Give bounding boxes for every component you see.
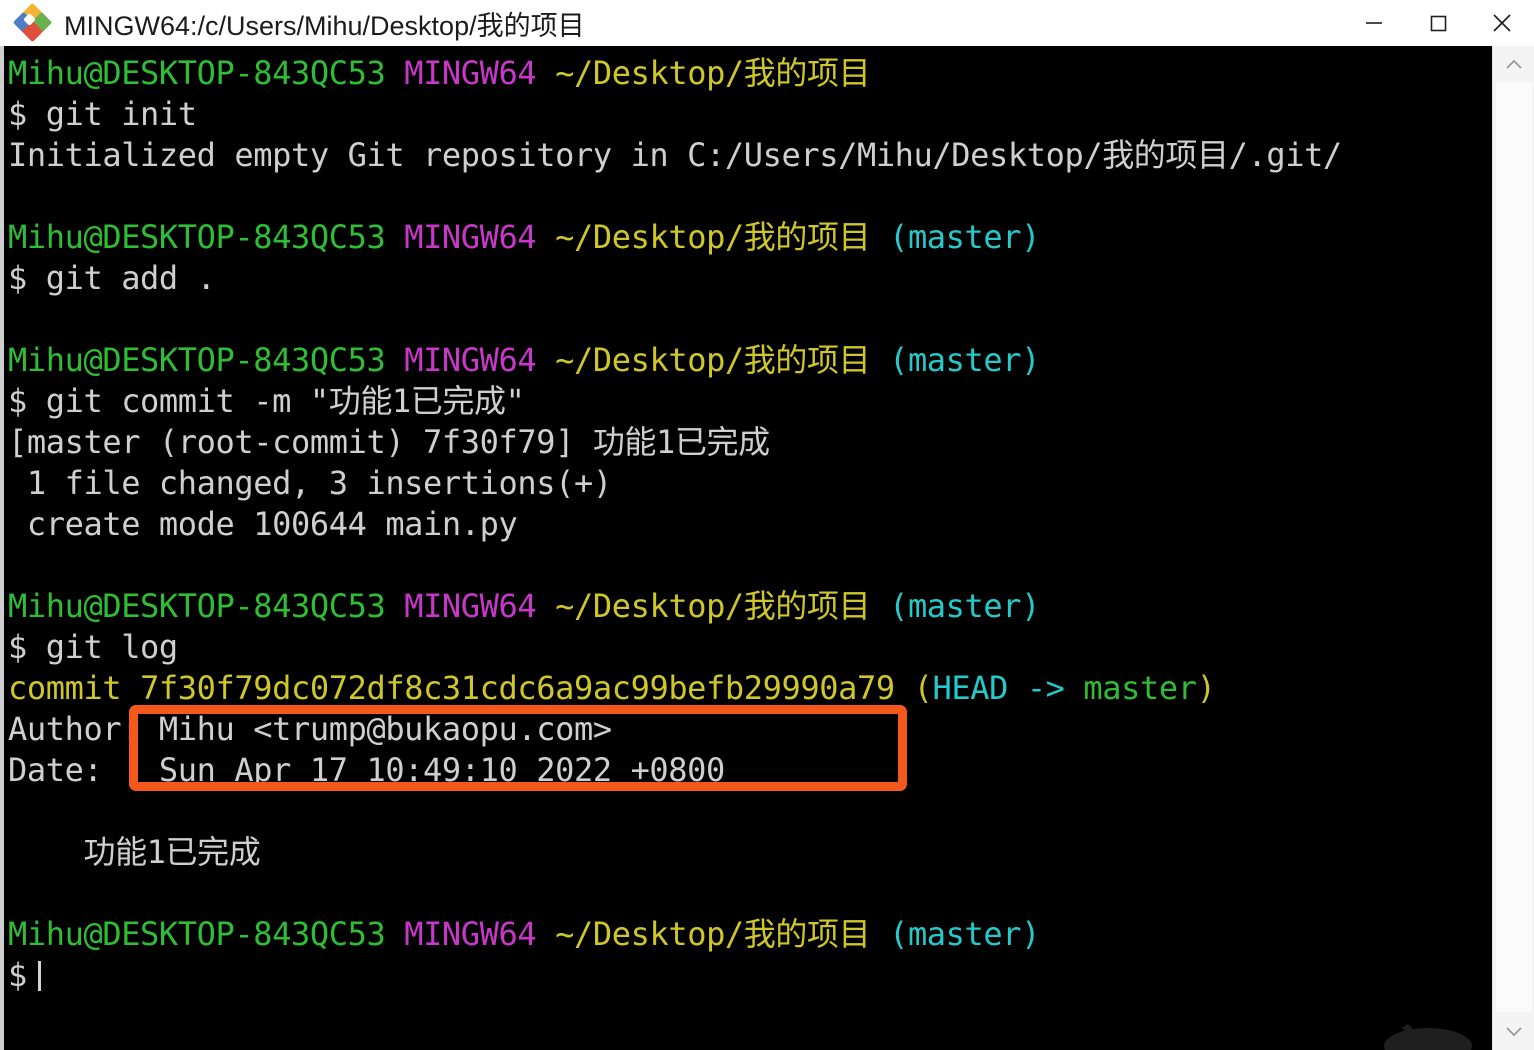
minimize-button[interactable] (1342, 0, 1406, 46)
prompt-shell: MINGW64 (404, 587, 537, 625)
prompt-branch: (master) (889, 915, 1041, 953)
close-icon (1493, 14, 1511, 32)
git-bash-icon (12, 2, 53, 43)
commit-label: commit (8, 669, 122, 707)
command-line: $ git commit -m "功能1已完成" (8, 382, 525, 420)
commit-message-line: 功能1已完成 (8, 833, 261, 871)
chevron-up-icon (1506, 59, 1522, 69)
prompt-line: Mihu@DESKTOP-843QC53 MINGW64 ~/Desktop/我… (4, 53, 1496, 94)
author-line: Author: Mihu <trump@bukaopu.com> (8, 710, 612, 748)
prompt-path: ~/Desktop/我的项目 (555, 915, 871, 953)
prompt-path: ~/Desktop/我的项目 (555, 587, 871, 625)
prompt-shell: MINGW64 (404, 915, 537, 953)
prompt-shell: MINGW64 (404, 54, 537, 92)
output-line: create mode 100644 main.py (8, 505, 518, 543)
title-bar[interactable]: MINGW64:/c/Users/Mihu/Desktop/我的项目 (0, 0, 1534, 46)
output-line: [master (root-commit) 7f30f79] 功能1已完成 (8, 423, 770, 461)
prompt-user-host: Mihu@DESKTOP-843QC53 (8, 218, 386, 256)
scrollbar-thumb[interactable] (1496, 82, 1532, 1012)
scroll-up-button[interactable] (1493, 48, 1534, 82)
prompt-sigil: $ (8, 956, 27, 994)
date-line: Date: Sun Apr 17 10:49:10 2022 +0800 (8, 751, 725, 789)
prompt-path: ~/Desktop/我的项目 (555, 54, 871, 92)
command-line: $ git log (8, 628, 178, 666)
minimize-icon (1366, 22, 1382, 24)
ref-arrow: -> (1026, 669, 1065, 707)
maximize-button[interactable] (1406, 0, 1470, 46)
commit-line: commit 7f30f79dc072df8c31cdc6a9ac99befb2… (4, 668, 1496, 709)
prompt-path: ~/Desktop/我的项目 (555, 218, 871, 256)
prompt-shell: MINGW64 (404, 218, 537, 256)
close-button[interactable] (1470, 0, 1534, 46)
ref-paren-open: ( (913, 669, 933, 707)
prompt-branch: (master) (889, 341, 1041, 379)
terminal-output[interactable]: Mihu@DESKTOP-843QC53 MINGW64 ~/Desktop/我… (4, 46, 1496, 1050)
prompt-line: Mihu@DESKTOP-843QC53 MINGW64 ~/Desktop/我… (4, 217, 1496, 258)
prompt-path: ~/Desktop/我的项目 (555, 341, 871, 379)
scroll-down-button[interactable] (1493, 1014, 1534, 1048)
prompt-line: Mihu@DESKTOP-843QC53 MINGW64 ~/Desktop/我… (4, 914, 1496, 955)
prompt-branch: (master) (889, 218, 1041, 256)
prompt-branch: (master) (889, 587, 1041, 625)
prompt-line: Mihu@DESKTOP-843QC53 MINGW64 ~/Desktop/我… (4, 586, 1496, 627)
output-line: Initialized empty Git repository in C:/U… (8, 136, 1342, 174)
terminal-frame: Mihu@DESKTOP-843QC53 MINGW64 ~/Desktop/我… (0, 46, 1534, 1050)
prompt-user-host: Mihu@DESKTOP-843QC53 (8, 587, 386, 625)
ref-paren-close: ) (1196, 669, 1216, 707)
command-line: $ git init (8, 95, 197, 133)
commit-hash: 7f30f79dc072df8c31cdc6a9ac99befb29990a79 (140, 669, 895, 707)
ref-branch: master (1083, 669, 1197, 707)
prompt-user-host: Mihu@DESKTOP-843QC53 (8, 341, 386, 379)
vertical-scrollbar[interactable] (1492, 46, 1534, 1050)
ref-head: HEAD (932, 669, 1008, 707)
maximize-icon (1430, 15, 1447, 32)
prompt-user-host: Mihu@DESKTOP-843QC53 (8, 54, 386, 92)
prompt-shell: MINGW64 (404, 341, 537, 379)
input-line[interactable]: $ (4, 955, 1496, 996)
window-title: MINGW64:/c/Users/Mihu/Desktop/我的项目 (64, 10, 585, 41)
command-line: $ git add . (8, 259, 216, 297)
prompt-line: Mihu@DESKTOP-843QC53 MINGW64 ~/Desktop/我… (4, 340, 1496, 381)
git-bash-window: MINGW64:/c/Users/Mihu/Desktop/我的项目 Mihu@… (0, 0, 1534, 1050)
output-line: 1 file changed, 3 insertions(+) (8, 464, 612, 502)
prompt-user-host: Mihu@DESKTOP-843QC53 (8, 915, 386, 953)
text-cursor (37, 961, 41, 991)
window-controls (1342, 0, 1534, 46)
chevron-down-icon (1506, 1027, 1522, 1037)
